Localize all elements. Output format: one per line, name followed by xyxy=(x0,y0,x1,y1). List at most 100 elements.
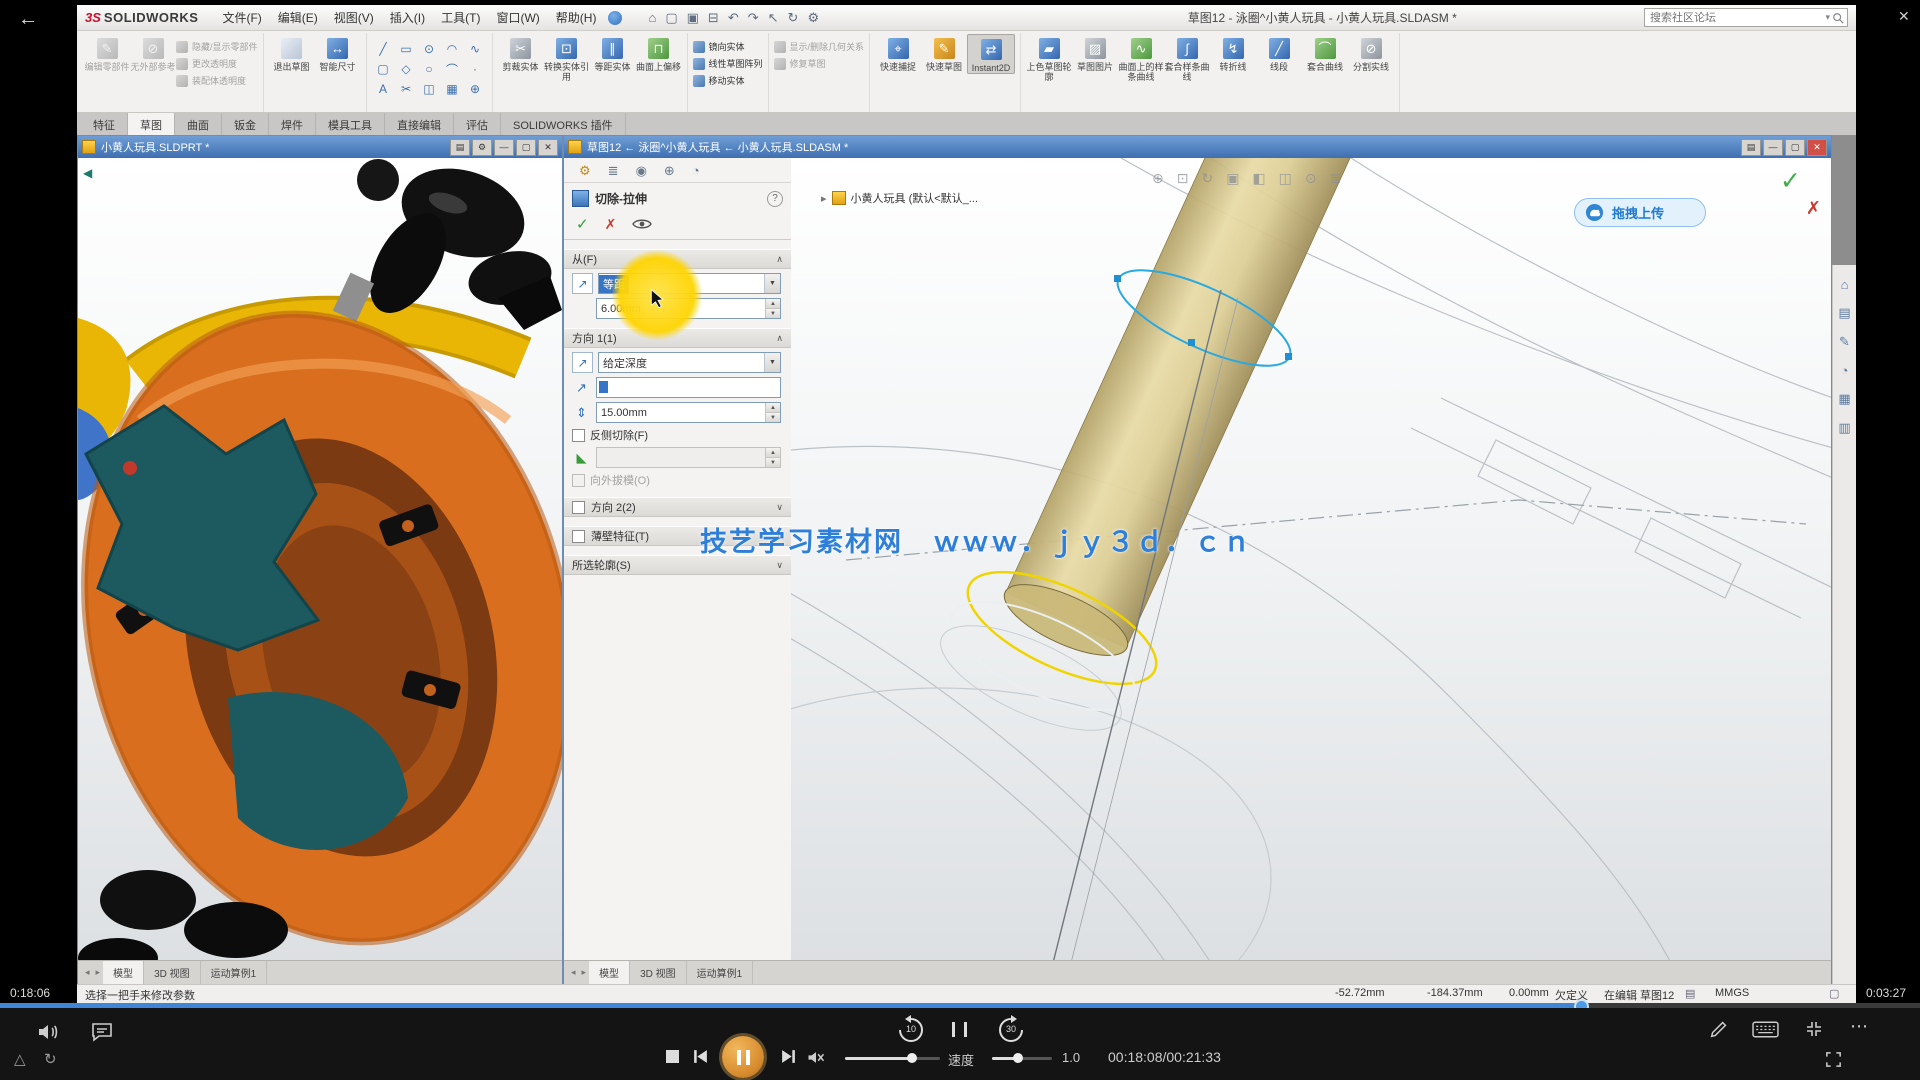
slot-tool-icon[interactable]: ▢ xyxy=(372,59,395,79)
tab-scroll-left-icon[interactable]: ◂ xyxy=(568,967,579,978)
solidworks-resources-icon[interactable]: ⌂ xyxy=(1841,277,1849,292)
tab-features[interactable]: 特征 xyxy=(81,113,128,137)
status-units[interactable]: MMGS xyxy=(1715,987,1749,999)
configuration-tab-icon[interactable]: ◉ xyxy=(636,163,647,179)
minimize-button[interactable]: — xyxy=(494,139,514,156)
tab-addins[interactable]: SOLIDWORKS 插件 xyxy=(501,113,626,137)
polygon-tool-icon[interactable]: ◇ xyxy=(395,59,418,79)
fit-spline-button[interactable]: ∫套合样条曲线 xyxy=(1164,34,1210,82)
edit-component-button[interactable]: ✎ 编辑零部件 xyxy=(84,34,130,72)
status-editing-mode[interactable]: 在编辑 草图12 xyxy=(1604,987,1674,1003)
graphics-area[interactable]: ▸ 小黄人玩具 (默认<默认_... ⊕ ⊡ ↻ ▣ ◧ ◫ ⊙ ≣ xyxy=(791,158,1831,961)
speed-slider[interactable] xyxy=(992,1057,1052,1060)
status-tag-icon[interactable]: ▢ xyxy=(1829,987,1839,1000)
skip-forward-30-button[interactable]: 30 xyxy=(995,1014,1027,1046)
trim-entities-button[interactable]: ✂ 剪裁实体 xyxy=(498,34,544,72)
mini-pause-icon[interactable] xyxy=(952,1022,967,1037)
direction-selection-field[interactable] xyxy=(596,377,781,398)
play-pause-button[interactable] xyxy=(722,1036,764,1078)
menu-edit[interactable]: 编辑(E) xyxy=(270,6,326,29)
end-condition-dropdown[interactable]: 给定深度 ▼ xyxy=(598,352,781,373)
exit-sketch-button[interactable]: 退出草图 xyxy=(269,34,315,72)
trim-tool-icon[interactable]: ✂ xyxy=(395,79,418,99)
section-view-icon[interactable]: ◫ xyxy=(1279,170,1292,187)
skip-back-10-button[interactable]: 10 xyxy=(895,1014,927,1046)
next-button[interactable] xyxy=(780,1048,797,1065)
confirm-corner-ok-icon[interactable]: ✓ xyxy=(1780,166,1801,196)
dropdown-arrow-icon[interactable]: ▼ xyxy=(764,353,780,372)
close-button[interactable]: ✕ xyxy=(1807,139,1827,156)
tab-scroll-right-icon[interactable]: ▸ xyxy=(579,967,590,978)
assembly-transparency-button[interactable]: 装配体透明度 xyxy=(176,73,258,88)
view-orientation-icon[interactable]: ▣ xyxy=(1226,170,1239,187)
exit-fullscreen-icon[interactable] xyxy=(1804,1019,1824,1039)
select-icon[interactable]: ↖ xyxy=(768,10,779,26)
quick-snaps-button[interactable]: ⌖ 快速捕捉 xyxy=(875,34,921,72)
rebuild-icon[interactable]: ↻ xyxy=(788,10,799,26)
warning-icon[interactable]: △ xyxy=(14,1050,26,1068)
reload-icon[interactable]: ↻ xyxy=(44,1050,57,1068)
undo-icon[interactable]: ↶ xyxy=(728,10,739,26)
spline-tool-icon[interactable]: ∿ xyxy=(464,39,487,59)
direction2-checkbox[interactable] xyxy=(572,501,585,514)
menu-tools[interactable]: 工具(T) xyxy=(433,6,488,29)
zoom-area-icon[interactable]: ⊡ xyxy=(1177,170,1189,187)
sketch-picture-button[interactable]: ▨草图图片 xyxy=(1072,34,1118,72)
part-tab-3dviews[interactable]: 3D 视图 xyxy=(144,961,201,984)
appearance-icon[interactable]: ≣ xyxy=(1330,170,1342,187)
collapse-chevron-icon[interactable]: ∧ xyxy=(776,333,783,344)
rectangle-tool-icon[interactable]: ▭ xyxy=(395,39,418,59)
menu-file[interactable]: 文件(F) xyxy=(214,6,269,29)
custom-properties-icon[interactable]: ▦ xyxy=(1838,391,1850,407)
draft-angle-spinner[interactable]: ▲▼ xyxy=(596,447,781,468)
jog-line-button[interactable]: ↯转折线 xyxy=(1210,34,1256,72)
change-transparency-button[interactable]: 更改透明度 xyxy=(176,56,258,71)
split-entities-button[interactable]: ⊘分割实线 xyxy=(1348,34,1394,72)
window-grid-button[interactable]: ▤ xyxy=(450,139,470,156)
line-tool-icon[interactable]: ╱ xyxy=(372,39,395,59)
options-gear-icon[interactable]: ⚙ xyxy=(807,10,819,26)
expand-chevron-icon[interactable]: ∨ xyxy=(776,560,783,571)
pattern-tool-icon[interactable]: ▦ xyxy=(441,79,464,99)
menu-insert[interactable]: 插入(I) xyxy=(382,6,433,29)
tab-scroll-right-icon[interactable]: ▸ xyxy=(93,967,104,978)
assembly-tab-model[interactable]: 模型 xyxy=(589,961,630,984)
restore-button[interactable]: ▢ xyxy=(516,139,536,156)
depth-spinner[interactable]: 15.00mm ▲▼ xyxy=(596,402,781,423)
minimize-button[interactable]: — xyxy=(1763,139,1783,156)
ellipse-tool-icon[interactable]: ○ xyxy=(418,59,441,79)
video-close-icon[interactable]: ✕ xyxy=(1898,8,1910,25)
instant2d-button[interactable]: ⇄ Instant2D xyxy=(967,34,1015,74)
hide-show-items-icon[interactable]: ⊙ xyxy=(1305,170,1317,187)
mirror-tool-icon[interactable]: ◫ xyxy=(418,79,441,99)
keyboard-shortcuts-icon[interactable] xyxy=(1752,1021,1779,1038)
tab-direct-edit[interactable]: 直接编辑 xyxy=(385,113,454,137)
convert-entities-button[interactable]: ⊡ 转换实体引用 xyxy=(544,34,590,82)
thin-feature-checkbox[interactable] xyxy=(572,530,585,543)
tab-mold-tools[interactable]: 模具工具 xyxy=(316,113,385,137)
spline-on-surface-button[interactable]: ∿曲面上的样条曲线 xyxy=(1118,34,1164,82)
display-manager-tab-icon[interactable]: ◔ xyxy=(692,163,700,179)
mute-icon[interactable] xyxy=(806,1050,826,1065)
draft-outward-checkbox[interactable] xyxy=(572,474,585,487)
speed-slider-knob[interactable] xyxy=(1013,1053,1023,1063)
flip-side-checkbox[interactable] xyxy=(572,429,585,442)
part-viewport[interactable]: ◀ xyxy=(78,158,562,961)
preview-eye-icon[interactable] xyxy=(632,218,652,230)
redo-icon[interactable]: ↷ xyxy=(748,10,759,26)
ok-button[interactable]: ✓ xyxy=(576,215,589,233)
search-icon[interactable] xyxy=(1832,12,1844,24)
circle-tool-icon[interactable]: ⊙ xyxy=(418,39,441,59)
rotate-view-icon[interactable]: ↻ xyxy=(1201,170,1213,187)
hide-show-components-button[interactable]: 隐藏/显示零部件 xyxy=(176,39,258,54)
danmaku-chat-icon[interactable] xyxy=(90,1020,114,1044)
assembly-tab-3dviews[interactable]: 3D 视图 xyxy=(630,961,687,984)
forum-icon[interactable]: ▥ xyxy=(1838,420,1850,436)
part-tab-model[interactable]: 模型 xyxy=(103,961,144,984)
save-icon[interactable]: ▣ xyxy=(687,10,699,26)
window-grid-button[interactable]: ▤ xyxy=(1741,139,1761,156)
cancel-button[interactable]: ✗ xyxy=(605,216,617,233)
propertymanager-tab-icon[interactable]: ⚙ xyxy=(579,163,591,179)
direction2-section-header[interactable]: 方向 2(2) ∨ xyxy=(564,497,791,517)
arc-tool-icon[interactable]: ◠ xyxy=(441,39,464,59)
